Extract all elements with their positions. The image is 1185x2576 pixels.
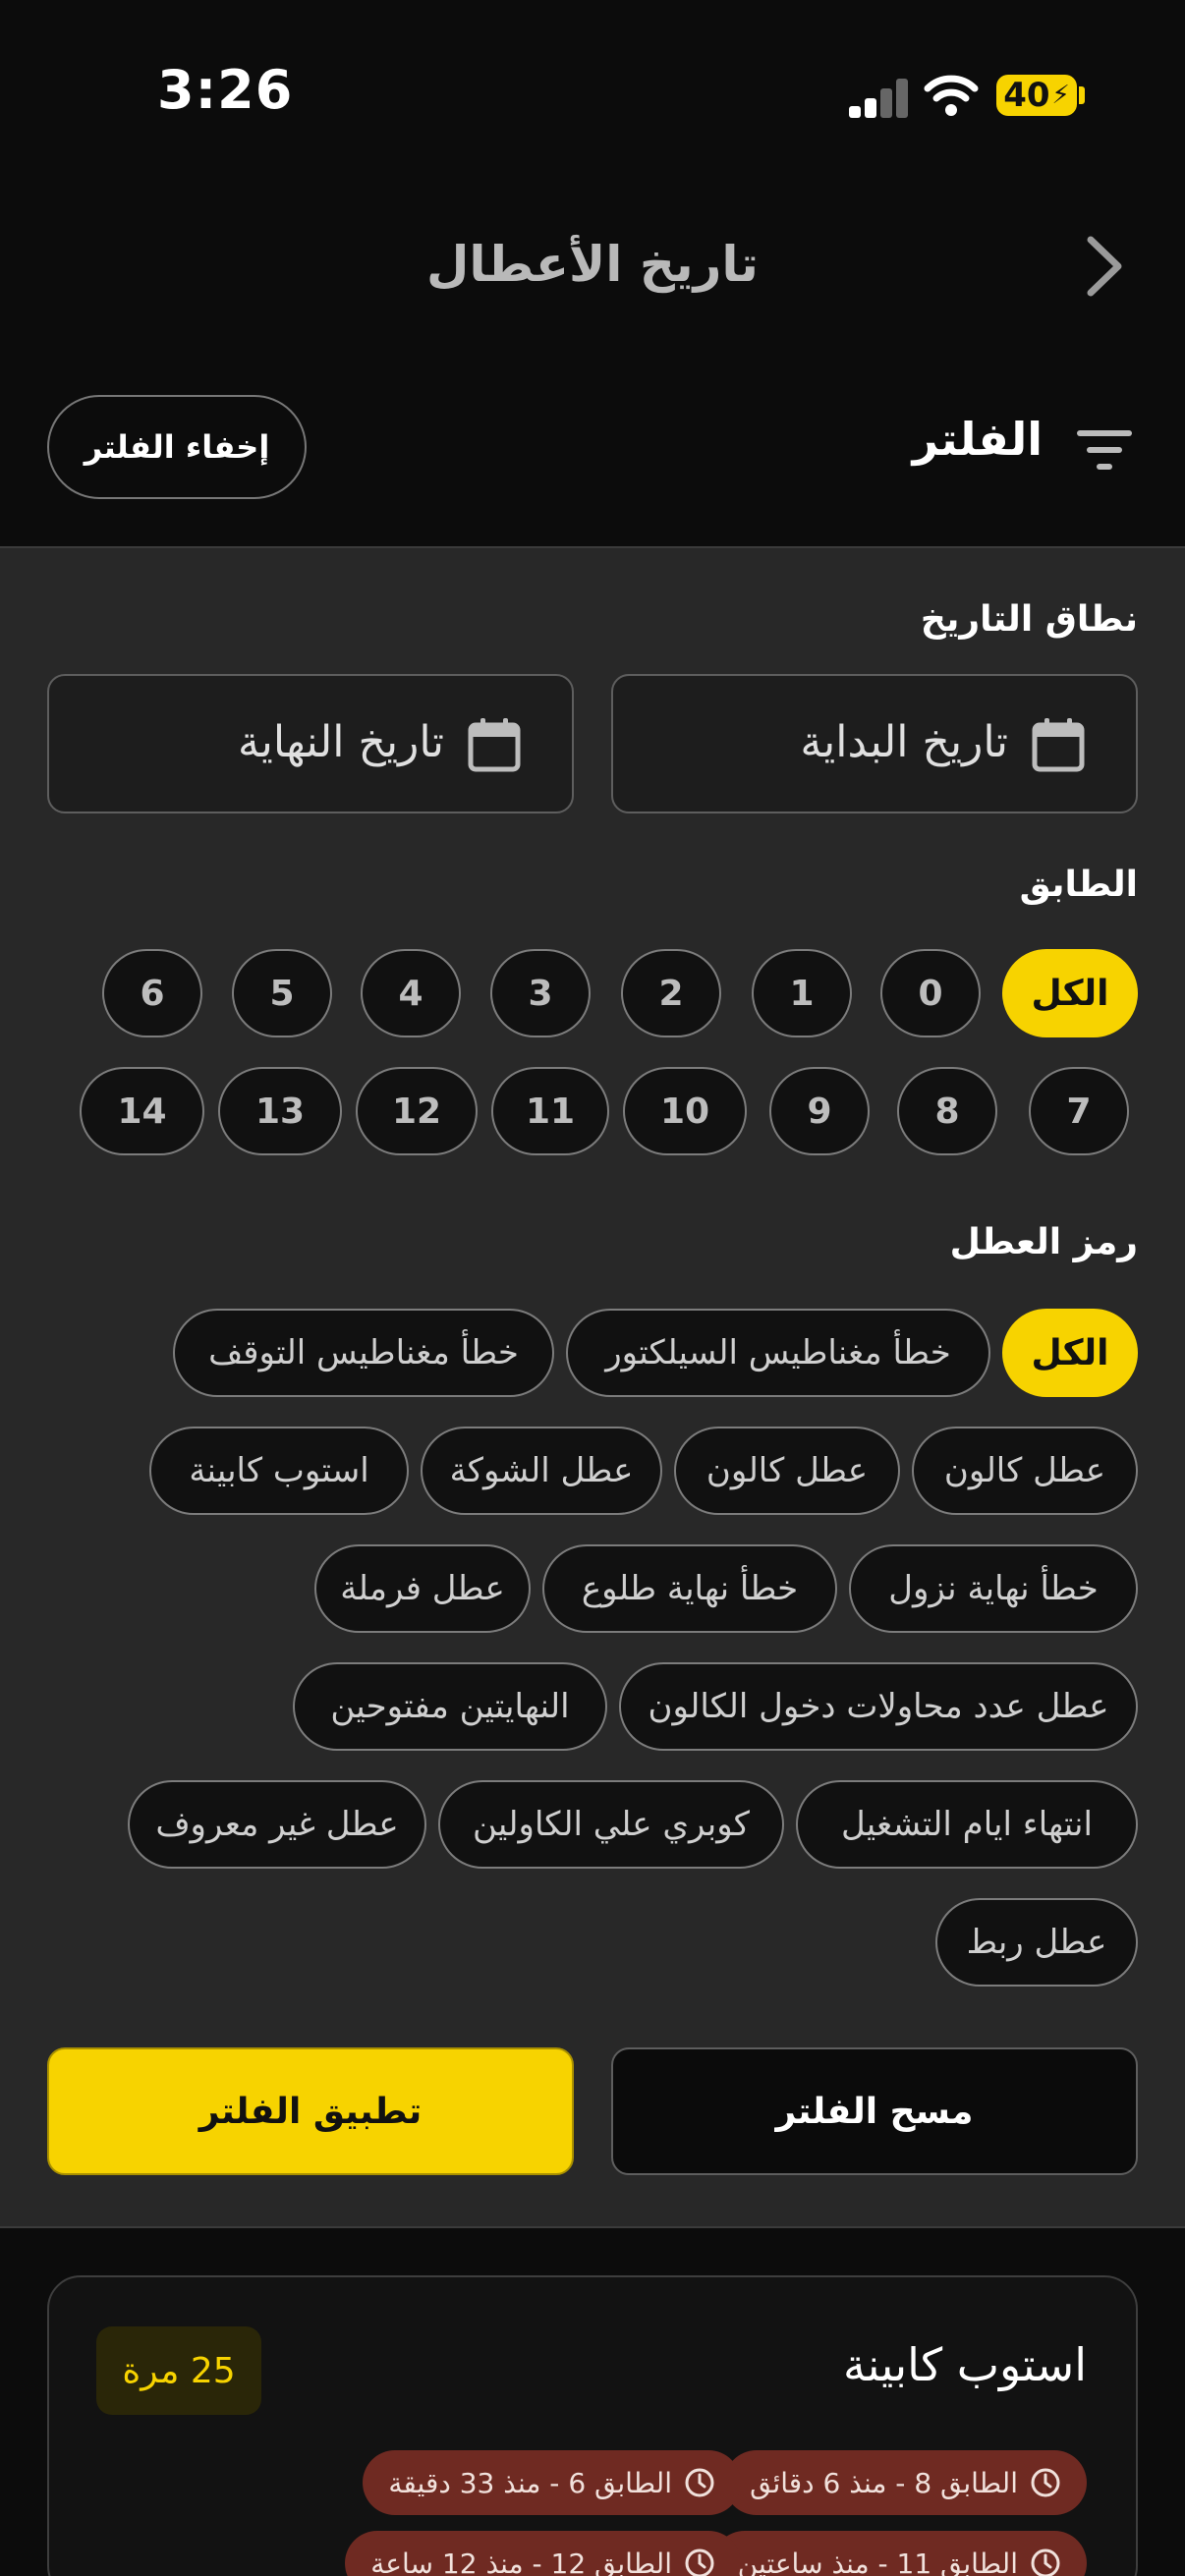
fault-chip[interactable]: عطل ربط (935, 1898, 1138, 1987)
floor-chip[interactable]: 3 (490, 949, 591, 1037)
battery-level: 40 (1003, 76, 1050, 115)
apply-filter-button[interactable]: تطبيق الفلتر (47, 2047, 574, 2175)
floor-chip[interactable]: 9 (769, 1067, 870, 1155)
clock-icon (685, 2548, 714, 2576)
occurrence-text: الطابق 6 - منذ 33 دقيقة (388, 2466, 672, 2499)
floor-chip[interactable]: 4 (361, 949, 461, 1037)
occurrence-count-badge: 25 مرة (96, 2326, 261, 2415)
floor-chip[interactable]: 11 (491, 1067, 609, 1155)
charging-bolt-icon: ⚡ (1051, 81, 1070, 110)
end-date-field[interactable]: تاريخ النهاية (47, 674, 574, 813)
start-date-field[interactable]: تاريخ البداية (611, 674, 1138, 813)
hide-filter-button[interactable]: إخفاء الفلتر (47, 395, 307, 499)
occurrence-chip: الطابق 6 - منذ 33 دقيقة (363, 2450, 741, 2515)
battery-tip (1079, 86, 1085, 104)
occurrence-text: الطابق 12 - منذ 12 ساعة (370, 2547, 672, 2576)
floor-chip[interactable]: 1 (752, 949, 852, 1037)
cellular-signal-icon (849, 79, 908, 118)
wifi-icon (924, 75, 979, 116)
clear-filter-button[interactable]: مسح الفلتر (611, 2047, 1138, 2175)
fault-chip[interactable]: انتهاء ايام التشغيل (796, 1780, 1138, 1869)
occurrence-text: الطابق 11 - منذ ساعتين (737, 2547, 1018, 2576)
floor-chip[interactable]: 10 (623, 1067, 747, 1155)
floor-chip[interactable]: 14 (80, 1067, 204, 1155)
clock-icon (1031, 2468, 1060, 2497)
fault-chip[interactable]: خطأ مغناطيس السيلكتور (566, 1309, 990, 1397)
occurrence-chip: الطابق 11 - منذ ساعتين (711, 2531, 1087, 2576)
fault-chip[interactable]: عطل كالون (674, 1427, 900, 1515)
fault-chip[interactable]: عطل عدد محاولات دخول الكالون (619, 1662, 1138, 1751)
floor-chip[interactable]: 5 (232, 949, 332, 1037)
occurrence-chip: الطابق 12 - منذ 12 ساعة (345, 2531, 741, 2576)
clock-icon (1031, 2548, 1060, 2576)
floor-chip[interactable]: 0 (880, 949, 981, 1037)
date-range-label: نطاق التاريخ (920, 599, 1138, 640)
chevron-right-icon[interactable] (1081, 234, 1126, 299)
fault-chip[interactable]: عطل فرملة (314, 1544, 531, 1633)
fault-chip[interactable]: عطل الشوكة (421, 1427, 662, 1515)
fault-chip[interactable]: خطأ نهاية طلوع (542, 1544, 837, 1633)
filter-title: الفلتر (912, 413, 1043, 466)
page-title: تاريخ الأعطال (426, 236, 759, 293)
fault-chip[interactable]: كوبري علي الكاولين (438, 1780, 784, 1869)
clock-icon (685, 2468, 714, 2497)
battery-indicator: 40 ⚡ (996, 75, 1077, 116)
fault-chip[interactable]: عطل غير معروف (128, 1780, 426, 1869)
end-date-placeholder: تاريخ النهاية (238, 717, 444, 767)
floor-chip[interactable]: 13 (218, 1067, 342, 1155)
start-date-placeholder: تاريخ البداية (800, 717, 1008, 767)
fault-chip[interactable]: خطأ مغناطيس التوقف (173, 1309, 554, 1397)
occurrence-chip: الطابق 8 - منذ 6 دقائق (724, 2450, 1087, 2515)
calendar-icon (1032, 718, 1085, 772)
floor-chip-all[interactable]: الكل (1002, 949, 1138, 1037)
fault-chip[interactable]: النهايتين مفتوحين (293, 1662, 607, 1751)
floor-chip[interactable]: 8 (897, 1067, 997, 1155)
fault-chip[interactable]: عطل كالون (912, 1427, 1138, 1515)
filter-lines-icon (1077, 430, 1132, 470)
floor-chip[interactable]: 2 (621, 949, 721, 1037)
status-time: 3:26 (157, 59, 294, 121)
floor-label: الطابق (1019, 865, 1138, 905)
fault-code-label: رمز العطل (949, 1222, 1138, 1262)
floor-chip[interactable]: 6 (102, 949, 202, 1037)
fault-chip-all[interactable]: الكل (1002, 1309, 1138, 1397)
card-title: استوب كابينة (842, 2338, 1087, 2391)
calendar-icon (468, 718, 521, 772)
floor-chip[interactable]: 7 (1029, 1067, 1129, 1155)
fault-chip[interactable]: خطأ نهاية نزول (849, 1544, 1138, 1633)
floor-chip[interactable]: 12 (356, 1067, 478, 1155)
fault-chip[interactable]: استوب كابينة (149, 1427, 409, 1515)
occurrence-text: الطابق 8 - منذ 6 دقائق (750, 2466, 1018, 2499)
